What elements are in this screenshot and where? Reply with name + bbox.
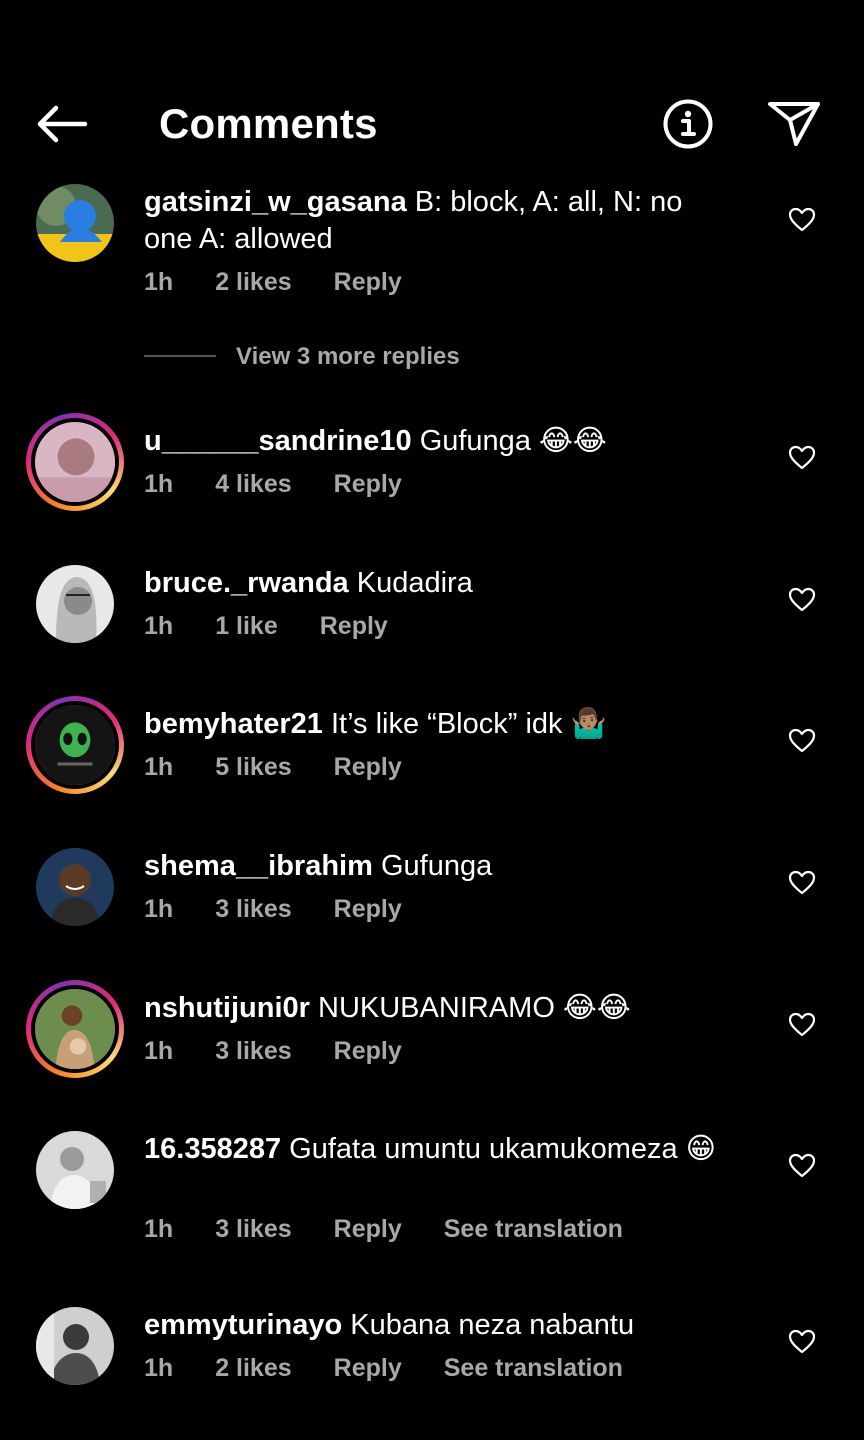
comment-likes[interactable]: 3 likes xyxy=(215,1215,291,1244)
comment-meta: 1h 3 likes Reply See translation xyxy=(144,1215,665,1244)
comment-username[interactable]: bruce._rwanda xyxy=(144,567,349,599)
avatar[interactable] xyxy=(36,565,114,643)
heart-icon[interactable] xyxy=(788,728,816,754)
comment-likes[interactable]: 3 likes xyxy=(215,895,291,924)
comment-body: Gufunga 😂😂 xyxy=(419,425,607,457)
avatar-story-ring[interactable] xyxy=(26,980,124,1078)
heart-icon[interactable] xyxy=(788,587,816,613)
comment-username[interactable]: nshutijuni0r xyxy=(144,992,310,1024)
back-button[interactable] xyxy=(30,98,92,150)
see-translation-button[interactable]: See translation xyxy=(444,1354,623,1383)
comment-likes[interactable]: 3 likes xyxy=(215,1037,291,1066)
view-more-replies-label: View 3 more replies xyxy=(236,343,460,370)
comment-body: Kubana neza nabantu xyxy=(350,1309,635,1341)
info-button[interactable] xyxy=(662,98,714,150)
comment-likes[interactable]: 5 likes xyxy=(215,753,291,782)
reply-button[interactable]: Reply xyxy=(334,470,402,499)
heart-icon[interactable] xyxy=(788,870,816,896)
comment-username[interactable]: shema__ibrahim xyxy=(144,850,373,882)
reply-button[interactable]: Reply xyxy=(320,612,388,641)
share-button[interactable] xyxy=(766,98,822,148)
heart-icon[interactable] xyxy=(788,207,816,233)
comment-time: 1h xyxy=(144,1215,174,1243)
avatar xyxy=(31,985,119,1073)
page-title: Comments xyxy=(159,100,378,147)
avatar[interactable] xyxy=(36,1131,114,1209)
comment-body: Gufunga xyxy=(380,850,493,882)
comment-likes[interactable]: 2 likes xyxy=(215,268,291,297)
send-icon xyxy=(768,102,820,146)
avatar[interactable] xyxy=(36,184,114,262)
comment-meta: 1h 3 likes Reply xyxy=(144,895,444,924)
comment-likes[interactable]: 1 like xyxy=(215,612,278,641)
divider xyxy=(144,355,216,357)
comment-likes[interactable]: 2 likes xyxy=(215,1354,291,1383)
avatar xyxy=(31,418,119,506)
avatar-story-ring[interactable] xyxy=(26,413,124,511)
comment-meta: 1h 4 likes Reply xyxy=(144,470,444,499)
comment-likes[interactable]: 4 likes xyxy=(215,470,291,499)
comment-time: 1h xyxy=(144,470,174,498)
avatar[interactable] xyxy=(36,848,114,926)
avatar xyxy=(31,701,119,789)
comment-text: 16.358287 Gufata umuntu ukamukomeza 😁 xyxy=(144,1131,734,1168)
comment-meta: 1h 1 like Reply xyxy=(144,612,430,641)
reply-button[interactable]: Reply xyxy=(334,1037,402,1066)
comment-text: u______sandrine10 Gufunga 😂😂 xyxy=(144,423,734,460)
comment-text: bruce._rwanda Kudadira xyxy=(144,565,734,602)
reply-button[interactable]: Reply xyxy=(334,1354,402,1383)
comment-time: 1h xyxy=(144,753,174,781)
comment-text: shema__ibrahim Gufunga xyxy=(144,848,734,885)
comment-text: bemyhater21 It’s like “Block” idk 🤷🏽‍♂️ xyxy=(144,706,734,743)
comment-username[interactable]: gatsinzi_w_gasana xyxy=(144,186,407,218)
avatar[interactable] xyxy=(36,1307,114,1385)
comment-body: It’s like “Block” idk 🤷🏽‍♂️ xyxy=(331,708,607,740)
comment-text: nshutijuni0r NUKUBANIRAMO 😂😂 xyxy=(144,990,734,1027)
comment-time: 1h xyxy=(144,612,174,640)
comment-time: 1h xyxy=(144,895,174,923)
comment-text: gatsinzi_w_gasana B: block, A: all, N: n… xyxy=(144,184,734,258)
heart-icon[interactable] xyxy=(788,1329,816,1355)
see-translation-button[interactable]: See translation xyxy=(444,1215,623,1244)
comment-meta: 1h 2 likes Reply See translation xyxy=(144,1354,665,1383)
comment-time: 1h xyxy=(144,268,174,296)
comment-meta: 1h 5 likes Reply xyxy=(144,753,444,782)
reply-button[interactable]: Reply xyxy=(334,895,402,924)
comment-meta: 1h 2 likes Reply xyxy=(144,268,444,297)
reply-button[interactable]: Reply xyxy=(334,268,402,297)
avatar-story-ring[interactable] xyxy=(26,696,124,794)
comment-time: 1h xyxy=(144,1037,174,1065)
reply-button[interactable]: Reply xyxy=(334,753,402,782)
comment-username[interactable]: bemyhater21 xyxy=(144,708,323,740)
arrow-left-icon xyxy=(37,105,88,143)
comment-body: Gufata umuntu ukamukomeza 😁 xyxy=(289,1133,716,1165)
comment-meta: 1h 3 likes Reply xyxy=(144,1037,444,1066)
comment-username[interactable]: u______sandrine10 xyxy=(144,425,412,457)
comment-body: Kudadira xyxy=(356,567,473,599)
header-bar: Comments xyxy=(0,0,864,170)
info-icon xyxy=(663,99,713,149)
heart-icon[interactable] xyxy=(788,445,816,471)
reply-button[interactable]: Reply xyxy=(334,1215,402,1244)
heart-icon[interactable] xyxy=(788,1153,816,1179)
comment-time: 1h xyxy=(144,1354,174,1382)
heart-icon[interactable] xyxy=(788,1012,816,1038)
comment-body: NUKUBANIRAMO 😂😂 xyxy=(318,992,631,1024)
comment-username[interactable]: 16.358287 xyxy=(144,1133,281,1165)
comment-username[interactable]: emmyturinayo xyxy=(144,1309,342,1341)
comment-text: emmyturinayo Kubana neza nabantu xyxy=(144,1307,734,1344)
